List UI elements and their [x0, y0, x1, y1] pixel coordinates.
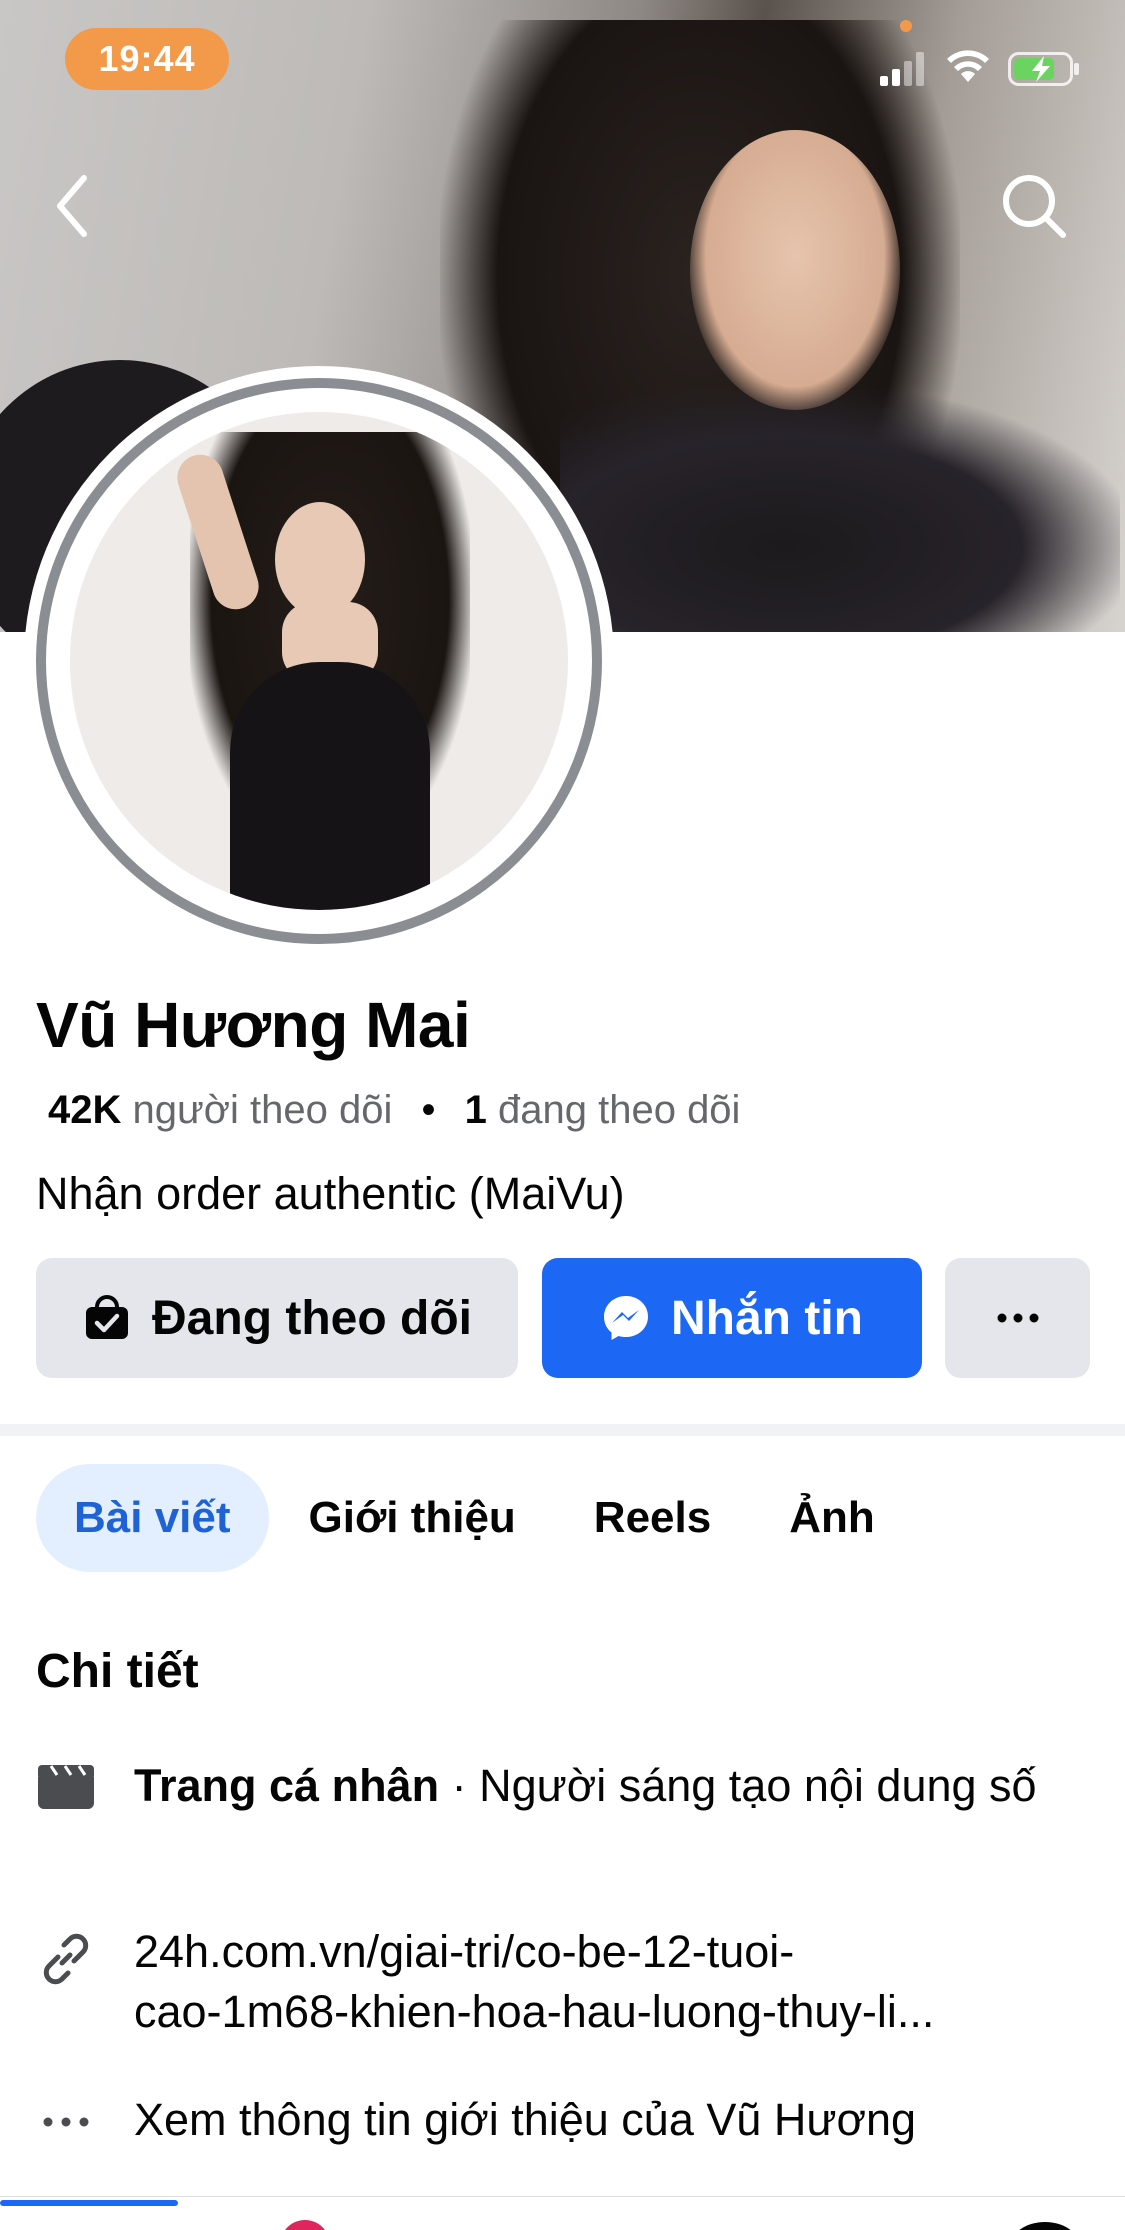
status-bar: 19:44 — [0, 0, 1125, 120]
clapperboard-icon — [38, 1765, 94, 1809]
wifi-icon — [947, 50, 989, 82]
cover-face — [690, 130, 900, 410]
follow-check-icon — [86, 1295, 129, 1339]
avatar-face — [275, 502, 365, 617]
tab-about[interactable]: Giới thiệu — [271, 1464, 554, 1572]
following-button-label: Đang theo dõi — [152, 1291, 472, 1345]
stats-separator: • — [421, 1088, 436, 1132]
avatar-dress — [230, 662, 430, 910]
link-icon — [43, 1933, 89, 1985]
ellipsis-icon — [997, 1313, 1038, 1323]
followers-label: người theo dõi — [132, 1088, 393, 1132]
avatar[interactable] — [70, 412, 568, 910]
cover-dress — [560, 390, 1120, 632]
tab-posts[interactable]: Bài viết — [36, 1464, 269, 1572]
detail-link[interactable]: 24h.com.vn/giai-tri/co-be-12-tuoi- cao-1… — [36, 1922, 1096, 2042]
follow-stats[interactable]: 42K người theo dõi • 1 đang theo dõi — [48, 1088, 740, 1133]
following-label: đang theo dõi — [498, 1088, 741, 1132]
link-text-line2[interactable]: cao-1m68-khien-hoa-hau-luong-thuy-li... — [134, 1982, 1094, 2042]
profile-name: Vũ Hương Mai — [36, 989, 471, 1061]
tab-photos[interactable]: Ảnh — [751, 1464, 913, 1572]
search-button[interactable] — [996, 168, 1072, 244]
see-about-info[interactable]: Xem thông tin giới thiệu của Vũ Hương — [36, 2090, 1096, 2150]
cellular-signal-icon — [880, 52, 924, 86]
message-button-label: Nhắn tin — [671, 1291, 863, 1345]
following-button[interactable]: Đang theo dõi — [36, 1258, 518, 1378]
details-heading: Chi tiết — [36, 1645, 199, 1698]
following-count: 1 — [464, 1088, 487, 1132]
page-type-label: Trang cá nhân — [134, 1760, 440, 1811]
status-time: 19:44 — [65, 28, 229, 90]
link-text-line1[interactable]: 24h.com.vn/giai-tri/co-be-12-tuoi- — [134, 1922, 1094, 1982]
followers-count: 42K — [48, 1088, 122, 1132]
chevron-left-icon — [57, 175, 87, 237]
privacy-indicator-dot — [900, 20, 912, 32]
page-category: · Người sáng tạo nội dung số — [439, 1760, 1037, 1811]
profile-bio: Nhận order authentic (MaiVu) — [36, 1168, 625, 1219]
ellipsis-icon — [43, 2117, 89, 2127]
profile-tabs: Bài viết Giới thiệu Reels Ảnh — [36, 1464, 913, 1572]
active-indicator — [0, 2200, 178, 2206]
message-button[interactable]: Nhắn tin — [542, 1258, 922, 1378]
messenger-icon — [604, 1296, 648, 1340]
search-icon — [1003, 175, 1066, 238]
back-button[interactable] — [34, 168, 110, 244]
tab-reels[interactable]: Reels — [556, 1464, 749, 1572]
detail-page-type: Trang cá nhân · Người sáng tạo nội dung … — [36, 1756, 1096, 1816]
battery-charging-icon — [1008, 52, 1079, 86]
section-divider — [0, 1424, 1125, 1436]
more-options-button[interactable] — [945, 1258, 1090, 1378]
see-about-label: Xem thông tin giới thiệu của Vũ Hương — [134, 2094, 917, 2145]
